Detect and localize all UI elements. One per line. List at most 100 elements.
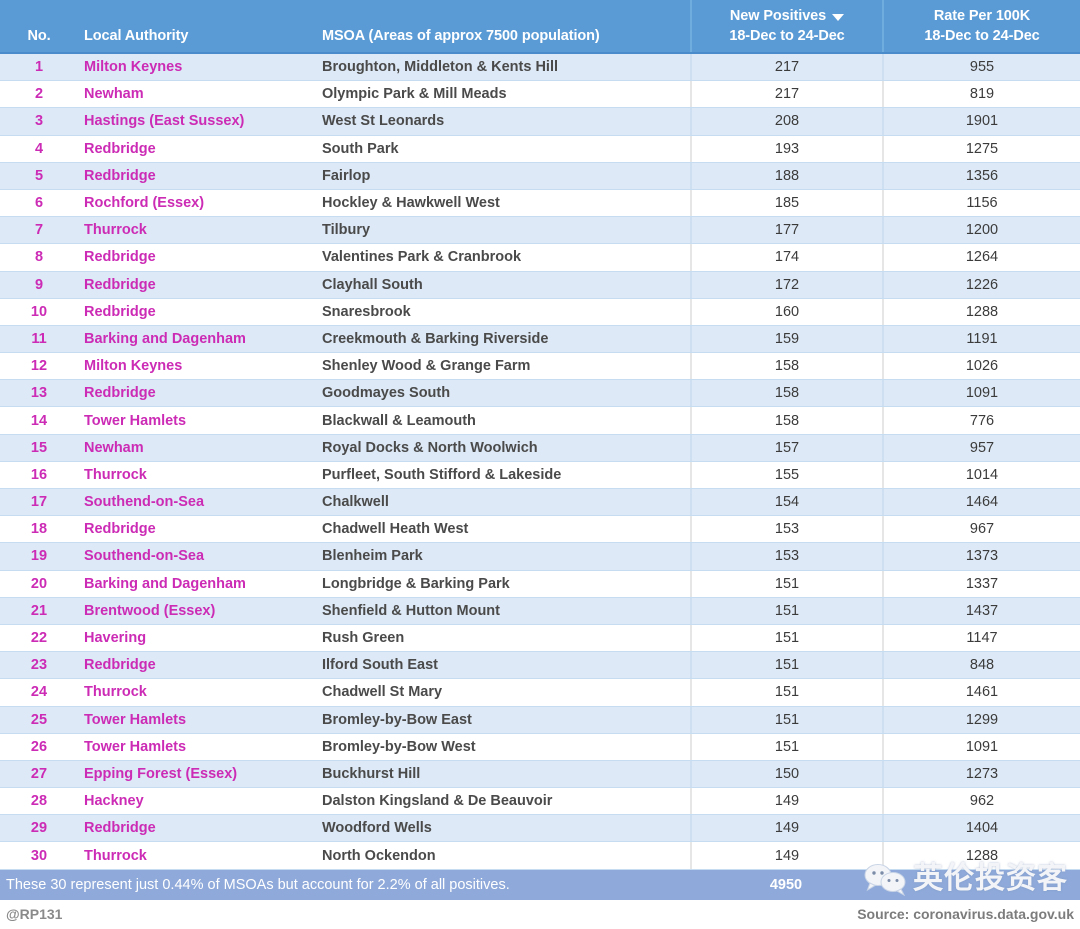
- cell-la: Thurrock: [84, 684, 147, 701]
- cell-rate: 1275: [882, 135, 1080, 162]
- cell-la: Redbridge: [84, 167, 156, 184]
- cell-new: 177: [690, 217, 882, 244]
- table-row[interactable]: 21 Brentwood (Essex) Shenfield & Hutton Mo…: [0, 597, 1080, 625]
- cell-rate: 1299: [882, 706, 1080, 733]
- table-row[interactable]: 4 Redbridge South Park 193 1275: [0, 135, 1080, 163]
- table-row[interactable]: 2 Newham Olympic Park & Mill Meads 217 819: [0, 81, 1080, 109]
- cell-msoa: Royal Docks & North Woolwich: [322, 439, 538, 456]
- cell-new: 158: [690, 380, 882, 407]
- cell-no: 21: [30, 602, 48, 619]
- column-header-local-authority[interactable]: Local Authority: [78, 0, 320, 52]
- cell-rate: 1264: [882, 244, 1080, 271]
- cell-rate: 1901: [882, 108, 1080, 135]
- table-row[interactable]: 9 Redbridge Clayhall South 172 1226: [0, 271, 1080, 299]
- table-row[interactable]: 25 Tower Hamlets Bromley-by-Bow East 151 129…: [0, 706, 1080, 734]
- table-row[interactable]: 3 Hastings (East Sussex) West St Leonards 2…: [0, 108, 1080, 136]
- cell-la: Hackney: [84, 793, 144, 810]
- cell-new: 208: [690, 108, 882, 135]
- table-row[interactable]: 30 Thurrock North Ockendon 149 1288: [0, 842, 1080, 870]
- cell-no: 11: [31, 330, 47, 347]
- table-body: 1 Milton Keynes Broughton, Middleton & Ken…: [0, 54, 1080, 870]
- column-header-msoa[interactable]: MSOA (Areas of approx 7500 population): [320, 0, 690, 52]
- cell-rate: 1014: [882, 461, 1080, 488]
- table-row[interactable]: 16 Thurrock Purfleet, South Stifford & Lak…: [0, 461, 1080, 489]
- table-row[interactable]: 11 Barking and Dagenham Creekmouth & Barki…: [0, 325, 1080, 354]
- cell-new: 151: [690, 679, 882, 706]
- cell-msoa: Valentines Park & Cranbrook: [322, 249, 522, 266]
- cell-no: 30: [30, 847, 48, 864]
- column-header-new-positives-title-row: New Positives: [729, 7, 845, 26]
- cell-no: 13: [30, 385, 48, 402]
- table-row[interactable]: 27 Epping Forest (Essex) Buckhurst Hill 150…: [0, 760, 1080, 789]
- caret-down-icon[interactable]: [832, 14, 845, 21]
- table-row[interactable]: 29 Redbridge Woodford Wells 149 1404: [0, 815, 1080, 843]
- cell-new: 151: [690, 624, 882, 652]
- cell-no: 1: [34, 59, 44, 76]
- summary-row: These 30 represent just 0.44% of MSOAs b…: [0, 869, 1080, 900]
- cell-new: 174: [690, 244, 882, 271]
- table-row[interactable]: 23 Redbridge Ilford South East 151 848: [0, 652, 1080, 680]
- table-row[interactable]: 17 Southend-on-Sea Chalkwell 154 1464: [0, 489, 1080, 517]
- table-row[interactable]: 8 Redbridge Valentines Park & Cranbrook 174…: [0, 244, 1080, 272]
- cell-rate: 1026: [882, 353, 1080, 380]
- cell-la: Redbridge: [84, 276, 156, 293]
- cell-rate: 848: [882, 652, 1080, 679]
- cell-rate: 1288: [882, 842, 1080, 869]
- column-header-new-positives[interactable]: New Positives 18-Dec to 24-Dec: [690, 0, 882, 52]
- cell-new: 193: [690, 135, 882, 162]
- table-row[interactable]: 15 Newham Royal Docks & North Woolwich 157 9…: [0, 434, 1080, 462]
- column-header-no[interactable]: No.: [0, 0, 78, 52]
- table-row[interactable]: 12 Milton Keynes Shenley Wood & Grange Far…: [0, 353, 1080, 381]
- cell-msoa: Chadwell St Mary: [322, 684, 443, 701]
- cell-msoa: Ilford South East: [322, 657, 438, 674]
- cell-msoa: Tilbury: [322, 222, 371, 239]
- cell-la: Milton Keynes: [84, 59, 183, 76]
- cell-la: Rochford (Essex): [84, 195, 205, 212]
- cell-new: 154: [690, 489, 882, 516]
- cell-la: Redbridge: [84, 249, 156, 266]
- table-row[interactable]: 10 Redbridge Snaresbrook 160 1288: [0, 298, 1080, 326]
- column-header-new-positives-title: New Positives: [729, 8, 827, 24]
- table-row[interactable]: 19 Southend-on-Sea Blenheim Park 153 1373: [0, 543, 1080, 571]
- cell-la: Barking and Dagenham: [84, 575, 246, 592]
- cell-msoa: Clayhall South: [322, 276, 423, 293]
- table-row[interactable]: 5 Redbridge Fairlop 188 1356: [0, 162, 1080, 190]
- column-header-local-authority-label: Local Authority: [84, 28, 189, 44]
- cell-la: Thurrock: [84, 222, 147, 239]
- table-row[interactable]: 26 Tower Hamlets Bromley-by-Bow West 151 109…: [0, 733, 1080, 761]
- column-header-rate-per-100k[interactable]: Rate Per 100K 18-Dec to 24-Dec: [882, 0, 1080, 52]
- table-row[interactable]: 1 Milton Keynes Broughton, Middleton & Ken…: [0, 54, 1080, 82]
- cell-new: 159: [690, 325, 882, 353]
- table-row[interactable]: 20 Barking and Dagenham Longbridge & Barki…: [0, 570, 1080, 598]
- table-row[interactable]: 24 Thurrock Chadwell St Mary 151 1461: [0, 679, 1080, 707]
- cell-rate: 962: [882, 788, 1080, 815]
- cell-rate: 1200: [882, 217, 1080, 244]
- cell-la: Milton Keynes: [84, 358, 183, 375]
- cell-rate: 1226: [882, 271, 1080, 298]
- cell-msoa: Snaresbrook: [322, 303, 411, 320]
- cell-no: 7: [34, 222, 44, 239]
- cell-rate: 1091: [882, 380, 1080, 407]
- cell-msoa: Bromley-by-Bow West: [322, 738, 476, 755]
- cell-rate: 1147: [882, 624, 1080, 652]
- cell-rate: 1404: [882, 815, 1080, 842]
- table-row[interactable]: 7 Thurrock Tilbury 177 1200: [0, 217, 1080, 245]
- cell-no: 24: [30, 684, 48, 701]
- cell-no: 19: [30, 548, 48, 565]
- table-row[interactable]: 14 Tower Hamlets Blackwall & Leamouth 158 77…: [0, 407, 1080, 435]
- cell-no: 20: [30, 575, 48, 592]
- table-row[interactable]: 18 Redbridge Chadwell Heath West 153 967: [0, 516, 1080, 544]
- cell-msoa: Purfleet, South Stifford & Lakeside: [322, 466, 562, 483]
- column-header-new-positives-daterange: 18-Dec to 24-Dec: [729, 28, 845, 44]
- cell-new: 160: [690, 298, 882, 325]
- cell-rate: 1091: [882, 733, 1080, 760]
- table-row[interactable]: 13 Redbridge Goodmayes South 158 1091: [0, 380, 1080, 408]
- table-row[interactable]: 6 Rochford (Essex) Hockley & Hawkwell West…: [0, 189, 1080, 218]
- table-header-row: No. Local Authority MSOA (Areas of appro…: [0, 0, 1080, 54]
- table-row[interactable]: 22 Havering Rush Green 151 1147: [0, 624, 1080, 653]
- cell-la: Thurrock: [84, 847, 147, 864]
- table-row[interactable]: 28 Hackney Dalston Kingsland & De Beauvoir…: [0, 788, 1080, 816]
- cell-new: 185: [690, 189, 882, 217]
- cell-rate: 957: [882, 434, 1080, 461]
- cell-la: Tower Hamlets: [84, 412, 187, 429]
